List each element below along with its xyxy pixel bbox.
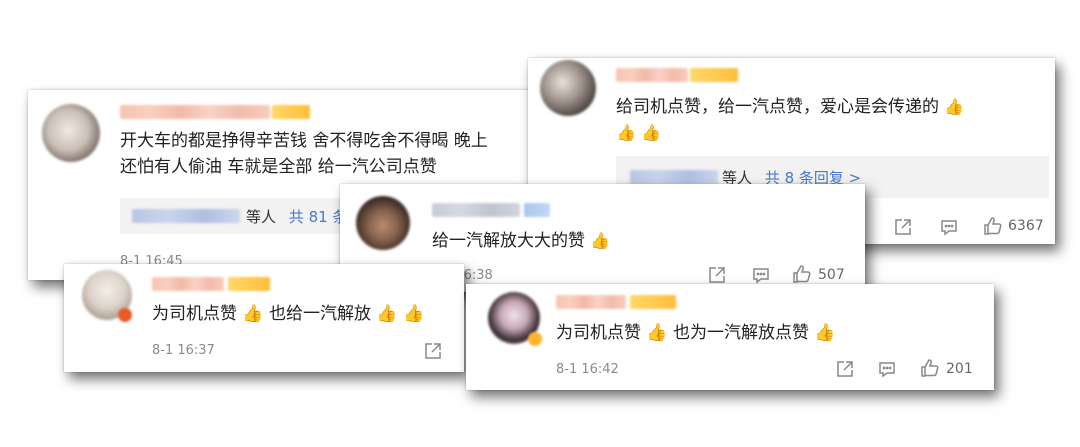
username-blurred[interactable] xyxy=(432,203,520,217)
vip-badge xyxy=(630,295,676,309)
reply-users-blurred xyxy=(132,209,240,223)
comment-line-1: 给一汽解放大大的赞 xyxy=(432,231,585,251)
reply-users-blurred xyxy=(630,170,718,184)
comment-text: 给一汽解放大大的赞 👍 xyxy=(432,228,610,254)
thumbs-up-icon[interactable] xyxy=(920,358,940,378)
comment-time: 8-1 16:42 xyxy=(556,362,619,377)
share-icon[interactable] xyxy=(708,266,726,284)
comment-icon[interactable] xyxy=(940,218,958,236)
comment-card-4: 为司机点赞 👍 也给一汽解放 👍 👍 8-1 16:37 xyxy=(64,264,464,372)
vip-badge-small xyxy=(528,332,542,346)
share-icon[interactable] xyxy=(424,342,442,360)
comment-text: 开大车的都是挣得辛苦钱 舍不得吃舍不得喝 晚上 还怕有人偷油 车就是全部 给一汽… xyxy=(120,128,488,180)
share-icon[interactable] xyxy=(894,218,912,236)
username-blurred[interactable] xyxy=(152,277,224,291)
username-blurred[interactable] xyxy=(120,105,270,119)
comment-text: 为司机点赞 👍 也给一汽解放 👍 👍 xyxy=(152,304,425,324)
comment-icon[interactable] xyxy=(878,360,896,378)
reply-people-label: 等人 xyxy=(246,208,277,226)
comment-text: 给司机点赞，给一汽点赞，爱心是会传递的 👍 👍 👍 xyxy=(616,94,964,146)
thumbs-up-icon: 👍 xyxy=(944,97,965,116)
comment-line-1: 开大车的都是挣得辛苦钱 舍不得吃舍不得喝 晚上 xyxy=(120,131,488,151)
like-count: 201 xyxy=(946,361,973,377)
reply-summary: 等人 共 81 条 xyxy=(246,206,347,227)
vip-badge xyxy=(690,68,738,82)
thumbs-up-icon: 👍 xyxy=(590,231,611,250)
comment-time: 8-1 16:37 xyxy=(152,343,215,358)
avatar[interactable] xyxy=(356,196,410,250)
like-count: 507 xyxy=(818,267,845,283)
username-blurred[interactable] xyxy=(616,68,688,82)
vip-badge xyxy=(228,277,270,291)
avatar[interactable] xyxy=(42,104,100,162)
thumbs-up-emoji-row: 👍 👍 xyxy=(616,123,661,142)
username-blurred[interactable] xyxy=(556,295,626,309)
reply-count-link[interactable]: 共 81 条 xyxy=(289,208,348,226)
thumbs-up-icon[interactable] xyxy=(983,216,1003,236)
vip-badge-small xyxy=(118,308,132,322)
vip-badge xyxy=(272,105,310,119)
comment-card-5: 为司机点赞 👍 也为一汽解放点赞 👍 8-1 16:42 201 xyxy=(466,284,994,390)
comment-line-2: 还怕有人偷油 车就是全部 给一汽公司点赞 xyxy=(120,157,437,177)
vip-badge xyxy=(524,203,550,217)
like-count: 6367 xyxy=(1008,218,1044,234)
share-icon[interactable] xyxy=(836,360,854,378)
avatar[interactable] xyxy=(540,60,596,116)
comment-text: 为司机点赞 👍 也为一汽解放点赞 👍 xyxy=(556,323,836,343)
comment-line-1: 给司机点赞，给一汽点赞，爱心是会传递的 xyxy=(616,97,939,117)
comment-icon[interactable] xyxy=(752,266,770,284)
thumbs-up-icon[interactable] xyxy=(792,264,812,284)
